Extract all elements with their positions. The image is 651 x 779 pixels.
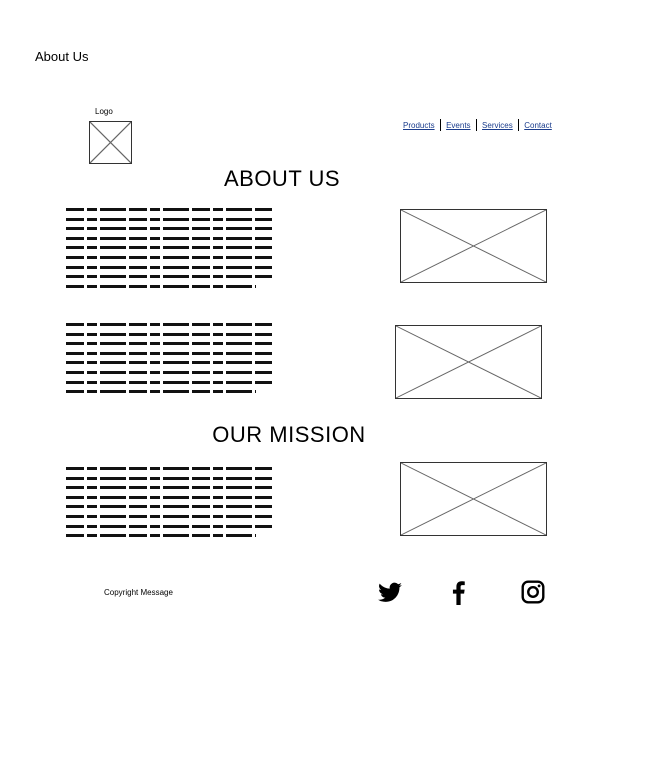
about-text-block-2 (66, 323, 272, 400)
logo-label: Logo (95, 107, 113, 116)
nav-divider (475, 119, 478, 131)
page-title: About Us (35, 49, 89, 64)
nav-divider (517, 119, 520, 131)
about-image-1 (400, 209, 547, 283)
copyright-message: Copyright Message (104, 588, 173, 597)
facebook-icon[interactable] (446, 579, 472, 605)
nav-contact[interactable]: Contact (524, 121, 552, 130)
nav-divider (439, 119, 442, 131)
mission-heading: OUR MISSION (212, 422, 366, 447)
about-heading: ABOUT US (223, 166, 341, 191)
mission-image (400, 462, 547, 536)
mission-text-block (66, 467, 272, 544)
nav-services[interactable]: Services (482, 121, 513, 130)
nav-events[interactable]: Events (446, 121, 470, 130)
nav-products[interactable]: Products (403, 121, 435, 130)
instagram-icon[interactable] (520, 579, 546, 605)
main-nav: Products Events Services Contact (403, 119, 552, 131)
twitter-icon[interactable] (377, 580, 403, 606)
logo-image-placeholder[interactable] (89, 121, 132, 164)
about-image-2 (395, 325, 542, 399)
about-text-block-1 (66, 208, 272, 294)
